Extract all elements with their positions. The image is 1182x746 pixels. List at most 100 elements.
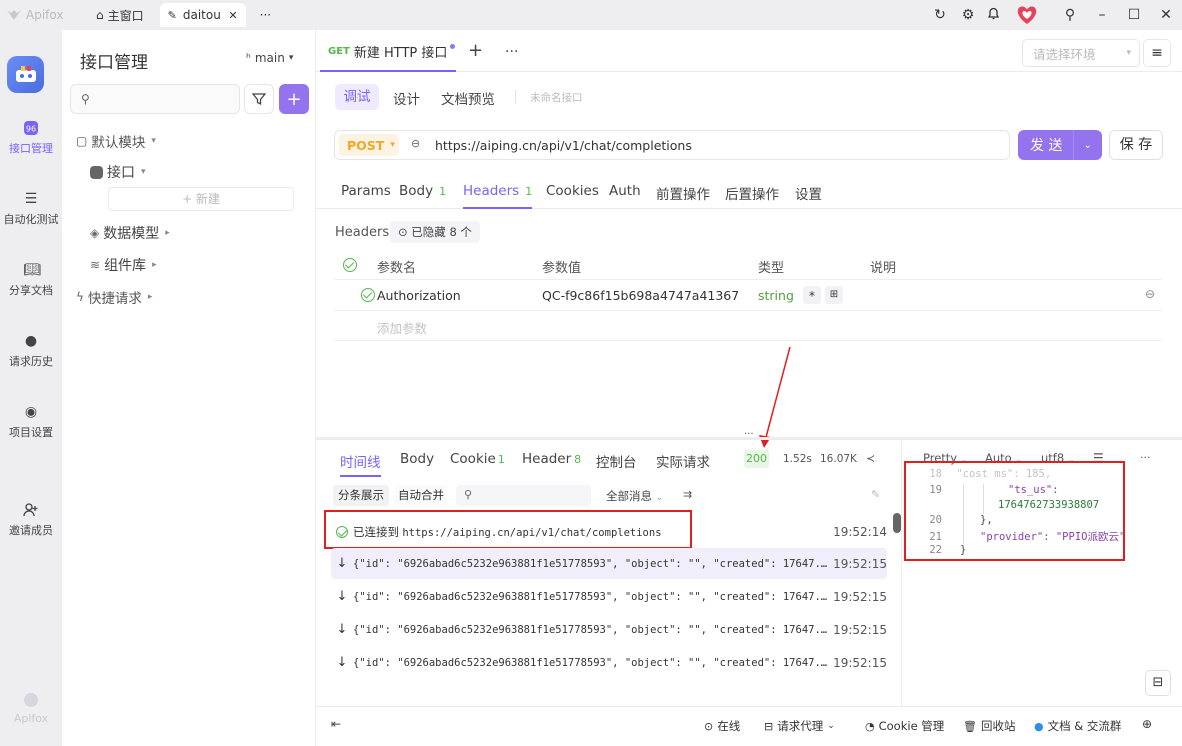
tab-body[interactable]: Body 1 <box>399 183 446 199</box>
settings-icon[interactable]: ⊞ <box>825 286 843 304</box>
wrap-icon[interactable]: ⇉ <box>683 488 692 501</box>
status-online[interactable]: ⊙ 在线 <box>704 718 740 734</box>
row-checkbox[interactable] <box>360 288 375 302</box>
doc-tab-new-http[interactable]: GET 新建 HTTP 接口 <box>320 32 456 72</box>
mode-tab-design[interactable]: 设计 <box>393 88 420 108</box>
status-docs-community[interactable]: ● 文档 & 交流群 <box>1034 718 1121 734</box>
header-value-cell[interactable]: QC-f9c86f15b698a4747a41367d0 <box>542 288 738 303</box>
tab-cookies[interactable]: Cookies <box>546 183 599 199</box>
method-select[interactable]: POST ▾ <box>339 134 399 156</box>
rail-share-docs[interactable]: 📖︎ 分享文档 <box>0 262 62 298</box>
request-tabs-divider <box>316 208 1182 209</box>
more-tabs-button[interactable]: ··· <box>260 8 271 22</box>
new-tab-button[interactable]: + <box>468 40 483 61</box>
resp-tab-body[interactable]: Body <box>400 451 434 467</box>
branch-selector[interactable]: ʰ main ▾ <box>246 51 293 65</box>
collapse-sidebar-icon[interactable]: ⇤ <box>331 717 341 731</box>
menu-button[interactable]: ≡ <box>1143 39 1171 67</box>
send-button[interactable]: 发 送 ⌄ <box>1018 130 1102 160</box>
window-close-icon[interactable]: ✕ <box>1150 7 1182 23</box>
project-avatar[interactable] <box>7 56 44 93</box>
pin-icon[interactable]: ⚲ <box>1054 7 1086 23</box>
message-filter-select[interactable]: 全部消息 ⌄ <box>606 488 663 504</box>
branch-icon: ʰ <box>246 51 251 65</box>
chevron-down-icon: ▾ <box>1126 48 1131 58</box>
layout-toggle-button[interactable]: ⊟ <box>1145 670 1171 696</box>
list-item[interactable]: ↓ {"id": "6926abad6c5232e963881f1e517785… <box>331 614 887 645</box>
rail-invite-members[interactable]: 邀请成员 <box>0 502 62 538</box>
proxy-icon: ⊟ <box>764 719 774 733</box>
chevron-down-icon[interactable]: ⌄ <box>1083 140 1091 151</box>
tree-default-module[interactable]: ▢ 默认模块 ▾ <box>76 131 156 151</box>
tab-project-daitou[interactable]: ✎ daitou ✕ <box>159 3 246 27</box>
split-view-button[interactable]: 分条展示 <box>333 485 389 506</box>
tab-params[interactable]: Params <box>341 183 391 199</box>
resp-tab-actual-request[interactable]: 实际请求 <box>656 451 710 471</box>
url-input[interactable]: https://aiping.cn/api/v1/chat/completion… <box>435 138 692 153</box>
refresh-icon[interactable]: ↻ <box>924 7 956 23</box>
save-button[interactable]: 保 存 <box>1109 130 1163 160</box>
response-time: 1.52s <box>783 453 812 465</box>
filter-button[interactable] <box>244 84 274 114</box>
clear-icon[interactable]: ✎ <box>871 488 880 501</box>
headers-label: Headers <box>335 225 390 240</box>
select-all-checkbox[interactable] <box>343 258 357 272</box>
tree-quick-requests[interactable]: ϟ 快捷请求 ▸ <box>76 287 152 307</box>
timeline-search-input[interactable]: ⚲ <box>456 485 591 506</box>
sidebar-search-input[interactable]: ⚲ <box>70 84 240 114</box>
splitter-handle-icon[interactable]: ··· <box>744 429 754 440</box>
home-icon: ⌂ <box>96 8 104 22</box>
tree-component-library[interactable]: ≋ 组件库 ▸ <box>90 255 157 275</box>
book-icon: 📖︎ <box>23 262 41 278</box>
list-item[interactable]: ↓ {"id": "6926abad6c5232e963881f1e517785… <box>331 548 887 579</box>
tab-post-processors[interactable]: 后置操作 <box>725 183 779 203</box>
type-select[interactable]: string <box>758 288 794 303</box>
rail-automation-test[interactable]: ☰ 自动化测试 <box>0 191 62 227</box>
scrollbar-thumb[interactable] <box>893 513 901 533</box>
rail-api-management[interactable]: 96 接口管理 <box>0 120 62 156</box>
heart-avatar-icon[interactable] <box>1012 3 1042 27</box>
environment-select[interactable]: 请选择环境 ▾ <box>1022 39 1140 67</box>
hidden-headers-badge[interactable]: ⊙ 已隐藏 8 个 <box>390 221 480 243</box>
rail-project-settings[interactable]: ◉ 项目设置 <box>0 404 62 440</box>
add-button[interactable]: + <box>279 84 309 114</box>
tab-settings[interactable]: 设置 <box>795 183 822 203</box>
more-icon[interactable]: ··· <box>1140 451 1151 464</box>
tab-pre-processors[interactable]: 前置操作 <box>656 183 710 203</box>
minimize-icon[interactable]: – <box>1086 7 1118 23</box>
gear-icon: ◉ <box>24 404 38 420</box>
tab-auth[interactable]: Auth <box>609 183 641 199</box>
list-item[interactable]: ↓ {"id": "6926abad6c5232e963881f1e517785… <box>331 581 887 612</box>
more-tabs-icon[interactable]: ··· <box>505 44 518 60</box>
auto-merge-button[interactable]: 自动合并 <box>395 485 447 506</box>
resp-tab-header[interactable]: Header 8 <box>522 451 581 467</box>
online-icon: ⊙ <box>704 719 714 733</box>
tab-main-window[interactable]: ⌂ 主窗口 <box>88 3 152 27</box>
list-item[interactable]: ↓ {"id": "6926abad6c5232e963881f1e517785… <box>331 647 887 678</box>
close-icon[interactable]: ✕ <box>228 9 237 22</box>
remove-row-icon[interactable]: ⊖ <box>1145 287 1155 301</box>
status-proxy[interactable]: ⊟ 请求代理 ⌄ <box>764 718 835 734</box>
maximize-icon[interactable]: ☐ <box>1118 7 1150 23</box>
bell-icon[interactable] <box>980 6 1006 24</box>
status-cookie-manager[interactable]: ◔ Cookie 管理 <box>865 718 944 734</box>
tree-api-folder[interactable]: 接口 ▾ <box>90 162 146 182</box>
status-trash[interactable]: 🗑︎ 回收站 <box>963 718 1015 734</box>
tab-headers[interactable]: Headers 1 <box>463 183 533 209</box>
resp-tab-timeline[interactable]: 时间线 <box>340 451 381 477</box>
share-icon[interactable]: ≺ <box>866 452 875 465</box>
add-param-input[interactable]: 添加参数 <box>377 318 427 337</box>
rail-request-history[interactable]: ● 请求历史 <box>0 333 62 369</box>
link-icon: ⊖ <box>411 137 421 150</box>
chevron-down-icon: ⌄ <box>655 493 664 503</box>
mode-tab-doc-preview[interactable]: 文档预览 <box>441 88 495 108</box>
gear-icon[interactable]: ⚙ <box>956 7 980 23</box>
resp-tab-cookie[interactable]: Cookie 1 <box>450 451 505 467</box>
new-api-button[interactable]: + 新建 <box>108 187 294 211</box>
tree-data-models[interactable]: ◈ 数据模型 ▸ <box>90 223 170 243</box>
mode-tab-debug[interactable]: 调试 <box>335 84 379 110</box>
required-toggle[interactable]: * <box>803 286 821 304</box>
header-name-cell[interactable]: Authorization <box>377 288 461 303</box>
upgrade-icon[interactable]: ⊕ <box>1142 717 1152 731</box>
resp-tab-console[interactable]: 控制台 <box>596 451 637 471</box>
